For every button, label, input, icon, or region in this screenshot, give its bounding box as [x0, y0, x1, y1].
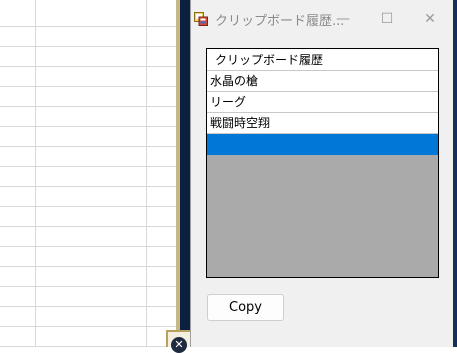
clipboard-history-window: クリップボード履歴... — ☐ ✕ クリップボード履歴 水晶の槍 リーグ 戦闘…: [190, 0, 453, 347]
list-column-header[interactable]: クリップボード履歴: [207, 49, 438, 71]
background-dark-panel: [180, 0, 190, 347]
background-spreadsheet: [0, 0, 176, 347]
maximize-icon: ☐: [380, 11, 394, 27]
background-close-icon[interactable]: ✕: [171, 337, 187, 353]
copy-button[interactable]: Copy: [207, 294, 284, 321]
title-bar[interactable]: クリップボード履歴... — ☐ ✕: [191, 0, 453, 38]
close-icon: ✕: [424, 11, 436, 27]
app-icon: [194, 12, 208, 26]
list-item[interactable]: 戦闘時空翔: [207, 113, 438, 134]
list-item[interactable]: 水晶の槍: [207, 71, 438, 92]
list-item-selected[interactable]: [207, 134, 438, 155]
minimize-icon: —: [336, 11, 350, 27]
list-item[interactable]: リーグ: [207, 92, 438, 113]
background-right-edge: [453, 0, 457, 347]
clipboard-history-list[interactable]: クリップボード履歴 水晶の槍 リーグ 戦闘時空翔: [206, 48, 439, 278]
close-button[interactable]: ✕: [410, 6, 450, 32]
minimize-button[interactable]: —: [323, 6, 363, 32]
maximize-button[interactable]: ☐: [367, 6, 407, 32]
